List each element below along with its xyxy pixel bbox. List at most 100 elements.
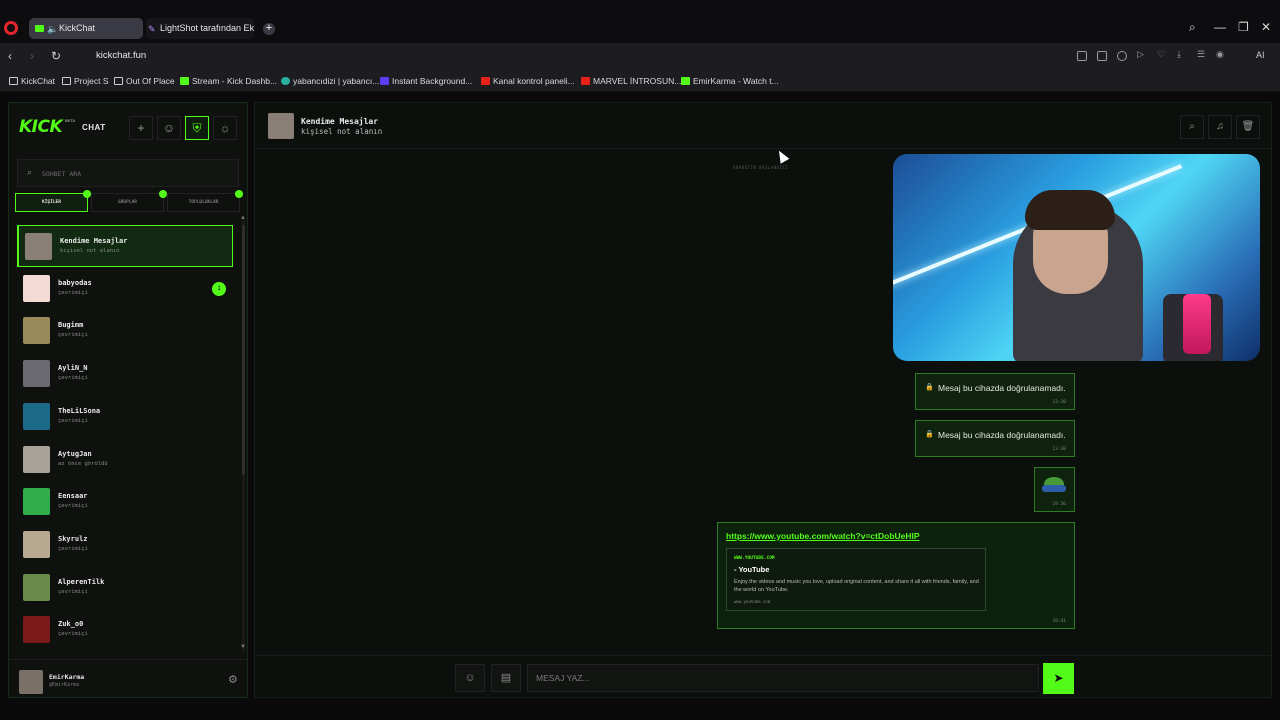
maximize-button[interactable]: ❐ <box>1238 20 1249 34</box>
tab-lightshot[interactable]: ✎ LightShot tarafından Ekran <box>146 18 254 39</box>
notifications-button[interactable]: ♫ <box>1208 115 1232 139</box>
profile-icon[interactable]: ◉ <box>1216 49 1226 59</box>
avatar[interactable] <box>19 670 43 694</box>
bookmark-instant-background[interactable]: Instant Background... <box>380 76 472 86</box>
contact-name: Bugimm <box>58 321 84 330</box>
tab-kickchat[interactable]: 🔈 KickChat <box>29 18 143 39</box>
contact-item[interactable]: TheLiLSona çevrimiçi <box>17 396 233 438</box>
reload-button[interactable]: ↻ <box>51 49 61 63</box>
bookmark-marvel[interactable]: MARVEL İNTROSUN... <box>581 76 681 86</box>
plus-icon: + <box>137 121 145 135</box>
bookmark-kickchat[interactable]: KickChat <box>9 76 55 86</box>
shield-check-icon: ⛨ <box>192 121 202 135</box>
camera-icon[interactable] <box>1097 51 1107 61</box>
contact-item[interactable]: Eensaar çevrimiçi <box>17 481 233 523</box>
shield-icon[interactable] <box>1117 51 1127 61</box>
tab-label: TOPLULUKLAR <box>188 200 219 205</box>
url-field[interactable]: kickchat.fun <box>96 50 146 61</box>
avatar <box>23 445 50 473</box>
heart-icon[interactable]: ♡ <box>1157 49 1167 59</box>
bookmark-kanal-kontrol[interactable]: Kanal kontrol paneli... <box>481 76 575 86</box>
contact-item[interactable]: AyliN_N çevrimiçi <box>17 353 233 395</box>
avatar[interactable] <box>268 113 294 139</box>
contact-item[interactable]: AytugJan az önce görüldü <box>17 439 233 481</box>
security-button[interactable]: ⛨ <box>185 116 209 140</box>
play-icon[interactable]: ▷ <box>1137 49 1147 59</box>
current-user-handle: @EmirKarma <box>49 682 80 688</box>
gear-icon[interactable]: ⚙ <box>228 673 238 686</box>
send-button[interactable]: ➤ <box>1043 663 1074 694</box>
message-time: 13:30 <box>1052 447 1066 452</box>
contact-item[interactable]: Kendime Mesajlar kişisel not alanın <box>17 225 233 267</box>
contact-name: Zuk_o0 <box>58 620 84 629</box>
bookmark-project-s[interactable]: Project S <box>62 76 109 86</box>
browser-tabbar: 🔈 KickChat ✎ LightShot tarafından Ekran … <box>0 0 1280 43</box>
preview-domain: www.youtube.com <box>734 599 771 604</box>
current-user-name: EmirKarma <box>49 673 85 681</box>
new-tab-button[interactable]: + <box>263 23 275 35</box>
bookmark-kick-dashboard[interactable]: Stream - Kick Dashb... <box>180 76 277 86</box>
scroll-down-icon[interactable]: ▼ <box>240 644 246 650</box>
avatar <box>23 274 50 302</box>
message-text: Mesaj bu cihazda doğrulanamadı. <box>938 383 1066 393</box>
delete-chat-button[interactable]: 🗑 <box>1236 115 1260 139</box>
preview-description: Enjoy the videos and music you love, upl… <box>734 579 979 593</box>
minimize-button[interactable]: — <box>1214 20 1226 34</box>
contact-status: az önce görüldü <box>58 460 108 467</box>
contact-item[interactable]: AlperenTilk çevrimiçi <box>17 567 233 609</box>
edit-icon[interactable] <box>1077 51 1087 61</box>
kick-favicon-icon <box>35 25 44 32</box>
bookmark-yabancidizi[interactable]: yabancıdizi | yabancı... <box>281 76 379 86</box>
tab-communities[interactable]: TOPLULUKLAR <box>167 190 243 212</box>
contact-status: çevrimiçi <box>58 332 88 339</box>
new-chat-button[interactable]: + <box>129 116 153 140</box>
emoji-button[interactable]: ☺ <box>455 664 485 692</box>
contact-item[interactable]: babyodas çevrimiçi 1 <box>17 268 233 310</box>
contact-name: Skyrulz <box>58 534 88 543</box>
search-tabs-icon[interactable]: ⌕ <box>1189 20 1196 35</box>
search-input[interactable] <box>42 165 222 183</box>
lightshot-favicon-icon: ✎ <box>148 24 156 34</box>
contact-item[interactable]: Skyrulz çevrimiçi <box>17 524 233 566</box>
tab-label: GRUPLAR <box>118 200 137 205</box>
contact-item[interactable]: Zuk_o0 çevrimiçi <box>17 609 233 651</box>
scrollbar-thumb[interactable] <box>242 225 245 475</box>
forward-button[interactable]: › <box>30 49 34 63</box>
bookmark-emirkarma[interactable]: EmirKarma - Watch t... <box>681 76 779 86</box>
sticker-message[interactable]: 19:36 <box>1034 467 1075 512</box>
chat-title: Kendime Mesajlar <box>301 117 379 126</box>
scroll-up-icon[interactable]: ▲ <box>240 215 246 221</box>
link-message[interactable]: https://www.youtube.com/watch?v=ctDobUeH… <box>717 522 1075 629</box>
beta-badge: BETA <box>65 118 76 123</box>
add-friend-button[interactable]: ☺ <box>157 116 181 140</box>
contact-status: çevrimiçi <box>58 417 88 424</box>
contact-item[interactable]: Bugimm çevrimiçi <box>17 310 233 352</box>
bookmark-out-of-place[interactable]: Out Of Place <box>114 76 175 86</box>
attach-file-button[interactable]: ▤ <box>491 664 521 692</box>
message-link[interactable]: https://www.youtube.com/watch?v=ctDobUeH… <box>726 531 920 541</box>
search-messages-button[interactable]: ⌕ <box>1180 115 1204 139</box>
theme-button[interactable]: ☼ <box>213 116 237 140</box>
speaker-icon[interactable]: 🔈 <box>47 19 58 39</box>
message-bubble[interactable]: 🔒 Mesaj bu cihazda doğrulanamadı. 13:30 <box>915 420 1075 457</box>
message-bubble[interactable]: 🔒 Mesaj bu cihazda doğrulanamadı. 13:30 <box>915 373 1075 410</box>
youtube-icon <box>581 77 590 85</box>
notification-dot <box>83 190 91 198</box>
link-preview-card[interactable]: WWW.YOUTUBE.COM - YouTube Enjoy the vide… <box>726 548 986 611</box>
opera-logo-icon[interactable] <box>4 21 18 35</box>
tab-contacts[interactable]: KİŞİLER <box>15 190 91 212</box>
contact-name: babyodas <box>58 278 92 287</box>
tab-groups[interactable]: GRUPLAR <box>91 190 167 212</box>
download-icon[interactable]: ⤓ <box>1177 49 1187 59</box>
message-input[interactable] <box>527 664 1039 692</box>
notification-dot <box>235 190 243 198</box>
message-text: Mesaj bu cihazda doğrulanamadı. <box>938 430 1066 440</box>
back-button[interactable]: ‹ <box>8 49 12 63</box>
contact-status: çevrimiçi <box>58 545 88 552</box>
ai-button[interactable]: AI <box>1256 50 1265 60</box>
search-icon: ⌕ <box>27 167 33 177</box>
close-window-button[interactable]: ✕ <box>1261 20 1271 34</box>
menu-icon[interactable]: ☰ <box>1197 49 1207 59</box>
preview-site: WWW.YOUTUBE.COM <box>734 556 775 561</box>
folder-icon <box>9 77 18 85</box>
